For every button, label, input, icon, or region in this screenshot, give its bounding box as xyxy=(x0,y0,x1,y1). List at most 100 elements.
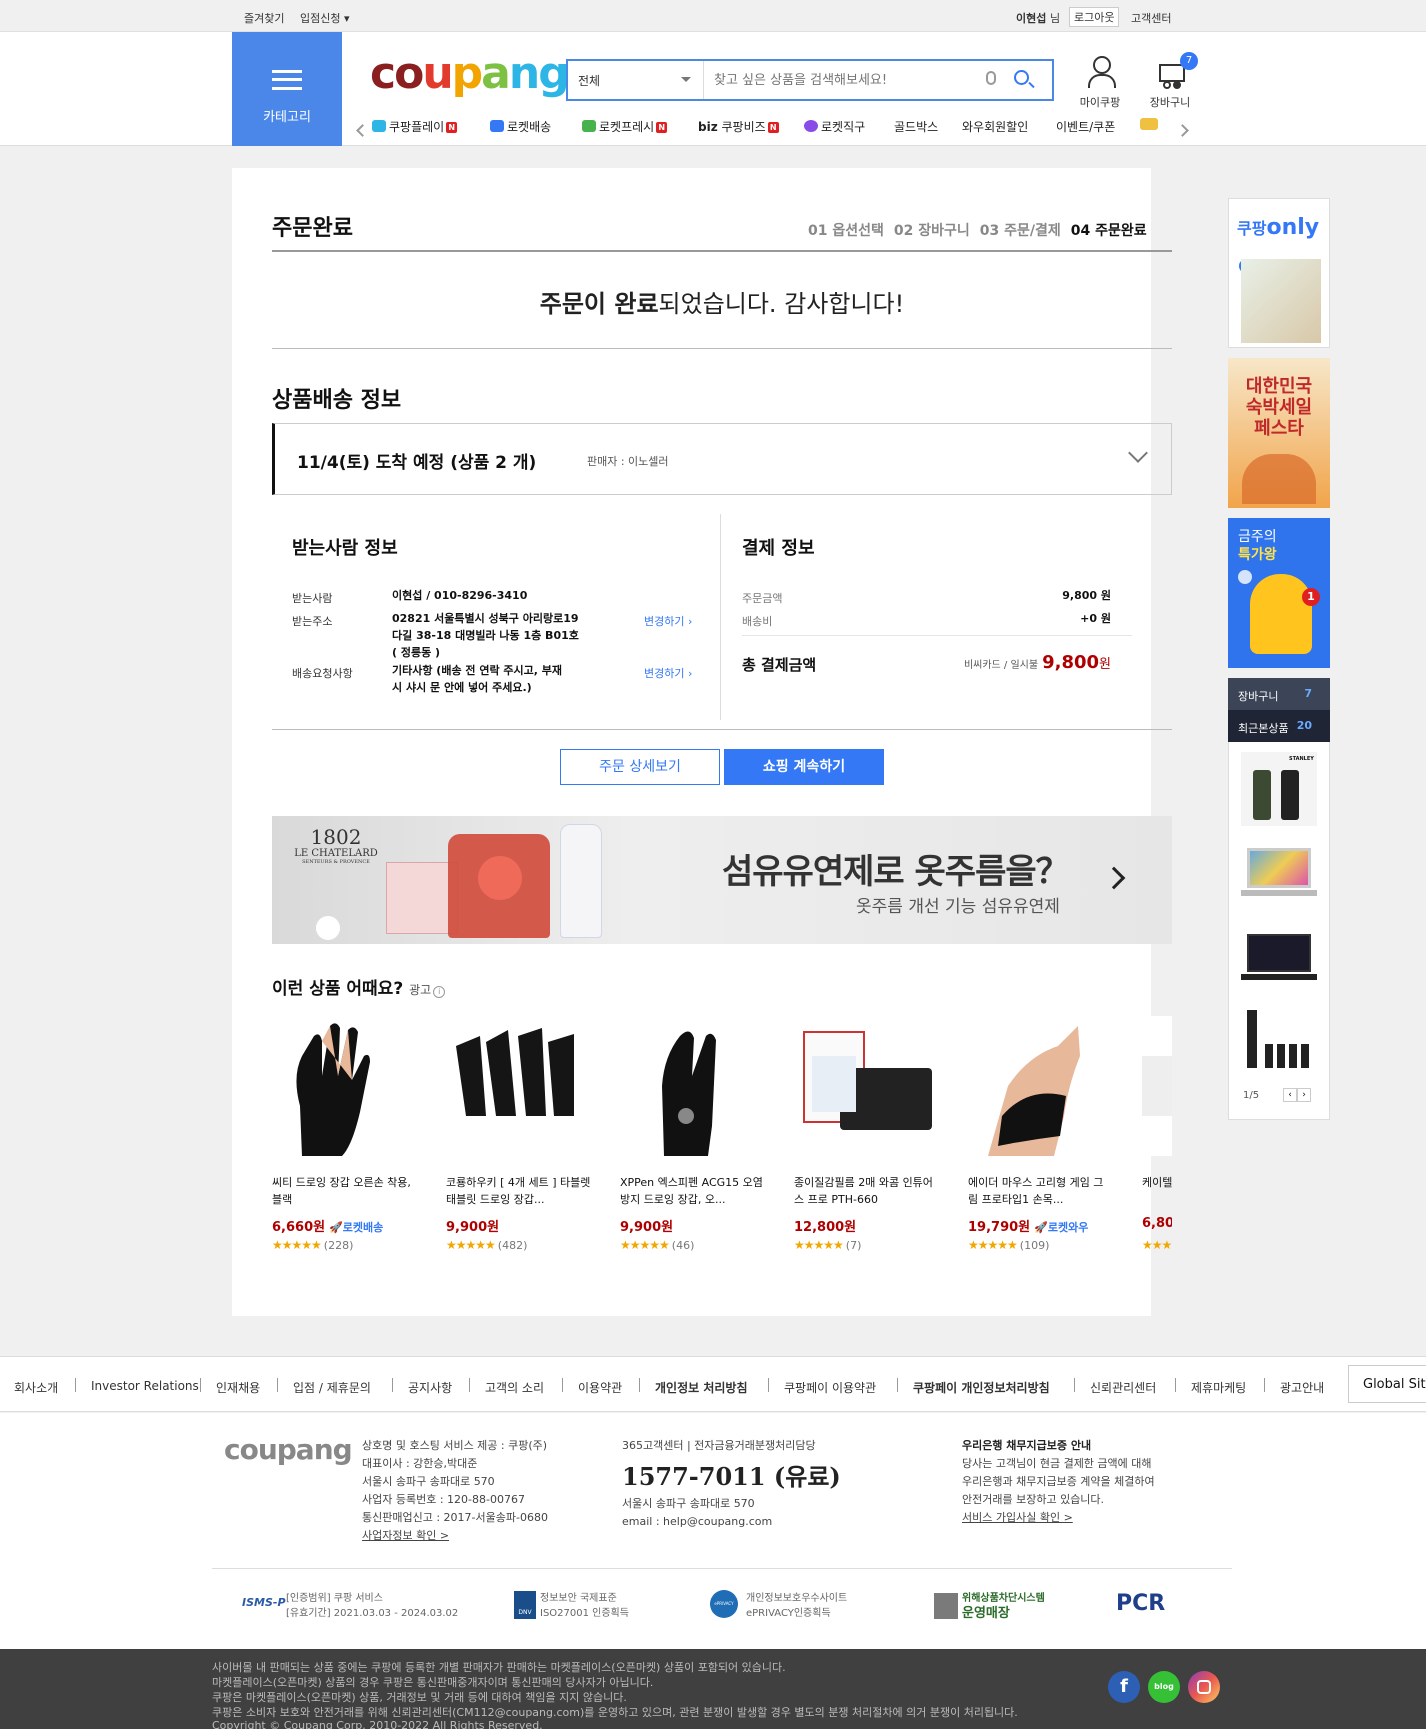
nav-item-more[interactable] xyxy=(1140,118,1161,132)
nav-prev-icon[interactable] xyxy=(356,124,369,137)
person-icon xyxy=(1086,56,1116,88)
recent-thermos-image[interactable]: STANLEY xyxy=(1241,752,1317,826)
search-input[interactable] xyxy=(714,70,964,90)
category-label: 카테고리 xyxy=(263,110,311,125)
mycoupang-button[interactable]: 마이쿠팡 xyxy=(1070,56,1130,110)
footer-link[interactable]: 이용약관 xyxy=(578,1379,622,1396)
instagram-icon[interactable] xyxy=(1188,1671,1220,1703)
global-site-button[interactable]: Global Site xyxy=(1348,1365,1426,1403)
footer-link[interactable]: 쿠팡페이 개인정보처리방침 xyxy=(913,1379,1050,1396)
category-menu-button[interactable]: 카테고리 xyxy=(232,32,342,146)
cert-isms: [인증범위] 쿠팡 서비스 [유효기간] 2021.03.03 - 2024.03… xyxy=(286,1591,458,1621)
coupang-logo[interactable]: coupang xyxy=(370,52,570,96)
cert-line: 개인정보보호우수사이트 xyxy=(746,1593,848,1604)
only-b: only xyxy=(1266,215,1320,240)
hazard-block-logo xyxy=(934,1593,958,1619)
nav-label: 와우회원할인 xyxy=(962,120,1029,134)
nav-item-wow[interactable]: 와우회원할인 xyxy=(962,118,1028,135)
separator xyxy=(639,1378,640,1392)
separator xyxy=(200,1378,201,1392)
user-suffix: 님 xyxy=(1050,12,1061,25)
separator xyxy=(277,1378,278,1392)
coupang-only-banner[interactable]: 쿠팡only xyxy=(1228,198,1330,348)
legal-line: Copyright © Coupang Corp. 2010-2022 All … xyxy=(212,1719,543,1729)
search-icon[interactable] xyxy=(1014,70,1029,85)
rail-cart-button[interactable]: 장바구니 7 xyxy=(1228,678,1330,710)
xppen-glove-image xyxy=(620,1016,765,1156)
isms-logo: ISMS-P xyxy=(242,1596,286,1609)
nav-label: 쿠팡플레이 xyxy=(389,120,445,134)
biz-info-link[interactable]: 사업자정보 확인 > xyxy=(362,1527,548,1545)
user-name: 이현섭 xyxy=(1016,12,1047,25)
nav-item-rocket[interactable]: 로켓배송 xyxy=(490,118,551,135)
nav-label: 로켓직구 xyxy=(821,120,866,134)
microphone-icon[interactable] xyxy=(986,71,996,85)
rail-recent-count: 20 xyxy=(1296,719,1312,732)
thermos-shape xyxy=(1281,770,1299,820)
footer-link[interactable]: 제휴마케팅 xyxy=(1191,1379,1246,1396)
nav-item-direct[interactable]: 로켓직구 xyxy=(804,118,865,135)
next-icon[interactable]: › xyxy=(1297,1088,1311,1102)
nav-next-icon[interactable] xyxy=(1176,124,1189,137)
footer-link[interactable]: 인재채용 xyxy=(216,1379,260,1396)
customer-center-link[interactable]: 고객센터 xyxy=(1131,10,1171,26)
wrist-support-image xyxy=(968,1016,1113,1156)
review-count: (482) xyxy=(497,1239,528,1252)
footer-link[interactable]: 입점 / 제휴문의 xyxy=(293,1379,371,1396)
price-text: 6,80 xyxy=(1142,1216,1172,1231)
cart-count-badge: 7 xyxy=(1180,52,1198,70)
product-name: 코룡하우키 [ 4개 세트 ] 타블렛 태블릿 드로잉 장갑... xyxy=(446,1176,591,1206)
separator xyxy=(75,1378,76,1392)
bank-link[interactable]: 서비스 가입사실 확인 > xyxy=(962,1509,1155,1527)
recent-appliance-image[interactable] xyxy=(1241,1004,1317,1078)
nav-item-coupangplay[interactable]: 쿠팡플레이 N xyxy=(372,118,458,135)
footer-link[interactable]: 쿠팡페이 이용약관 xyxy=(784,1379,876,1396)
weekly-deal-banner[interactable]: 금주의 특가왕 1 xyxy=(1228,518,1330,668)
seller-apply-link[interactable]: 입점신청 ▾ xyxy=(300,10,350,26)
separator xyxy=(1074,1378,1075,1392)
separator xyxy=(469,1378,470,1392)
footer-link[interactable]: Investor Relations xyxy=(91,1379,199,1393)
footer-link[interactable]: 신뢰관리센터 xyxy=(1090,1379,1156,1396)
prev-icon[interactable]: ‹ xyxy=(1283,1088,1297,1102)
footer-link[interactable]: 개인정보 처리방침 xyxy=(655,1379,748,1396)
footer-link[interactable]: 고객의 소리 xyxy=(485,1379,544,1396)
new-badge: N xyxy=(446,122,458,133)
laptop-base xyxy=(1241,974,1317,980)
product-rating: ★★★★★ (46) xyxy=(620,1238,694,1252)
globe-rocket-icon xyxy=(804,120,818,132)
search-bar: 전체 xyxy=(566,59,1054,101)
search-category-value: 전체 xyxy=(578,74,601,88)
laptop-screen xyxy=(1247,848,1311,888)
festa-banner[interactable]: 대한민국 숙박세일 페스타 xyxy=(1228,358,1330,508)
nav-item-goldbox[interactable]: 골드박스 xyxy=(894,118,938,135)
recent-laptop-image[interactable] xyxy=(1241,836,1317,910)
nav-item-rocketfresh[interactable]: 로켓프레시 N xyxy=(582,118,668,135)
logout-button[interactable]: 로그아웃 xyxy=(1069,7,1120,27)
blog-icon[interactable]: blog xyxy=(1148,1671,1180,1703)
product-rating: ★★★★★ (482) xyxy=(446,1238,527,1252)
company-line: 사업자 등록번호 : 120-88-00767 xyxy=(362,1493,525,1506)
product-rating: ★★★★★ (109) xyxy=(968,1238,1049,1252)
nav-item-biz[interactable]: biz 쿠팡비즈 N xyxy=(698,118,779,135)
footer-link[interactable]: 회사소개 xyxy=(14,1379,58,1396)
separator xyxy=(1264,1378,1265,1392)
nav-item-event[interactable]: 이벤트/쿠폰 xyxy=(1056,118,1115,135)
badge-text: 로켓와우 xyxy=(1047,1221,1089,1234)
price-text: 6,660원 xyxy=(272,1220,326,1235)
facebook-icon[interactable]: f xyxy=(1108,1671,1140,1703)
only-product-image xyxy=(1241,259,1321,343)
cart-button[interactable]: 7 장바구니 xyxy=(1140,52,1200,110)
price-text: 19,790원 xyxy=(968,1220,1031,1235)
footer-link[interactable]: 광고안내 xyxy=(1280,1379,1324,1396)
search-category-select[interactable]: 전체 xyxy=(568,61,704,99)
footer-logo: coupang xyxy=(224,1433,353,1466)
favorites-link[interactable]: 즐겨찾기 xyxy=(244,10,284,26)
recent-gaming-laptop-image[interactable] xyxy=(1241,920,1317,994)
separator xyxy=(768,1378,769,1392)
footer-link[interactable]: 공지사항 xyxy=(408,1379,452,1396)
gift-icon xyxy=(1140,118,1158,130)
cert-hazard: 위해상품차단시스템 운영매장 xyxy=(962,1591,1045,1621)
price-text: 9,900원 xyxy=(446,1220,500,1235)
product-price: 6,80 xyxy=(1142,1216,1172,1231)
